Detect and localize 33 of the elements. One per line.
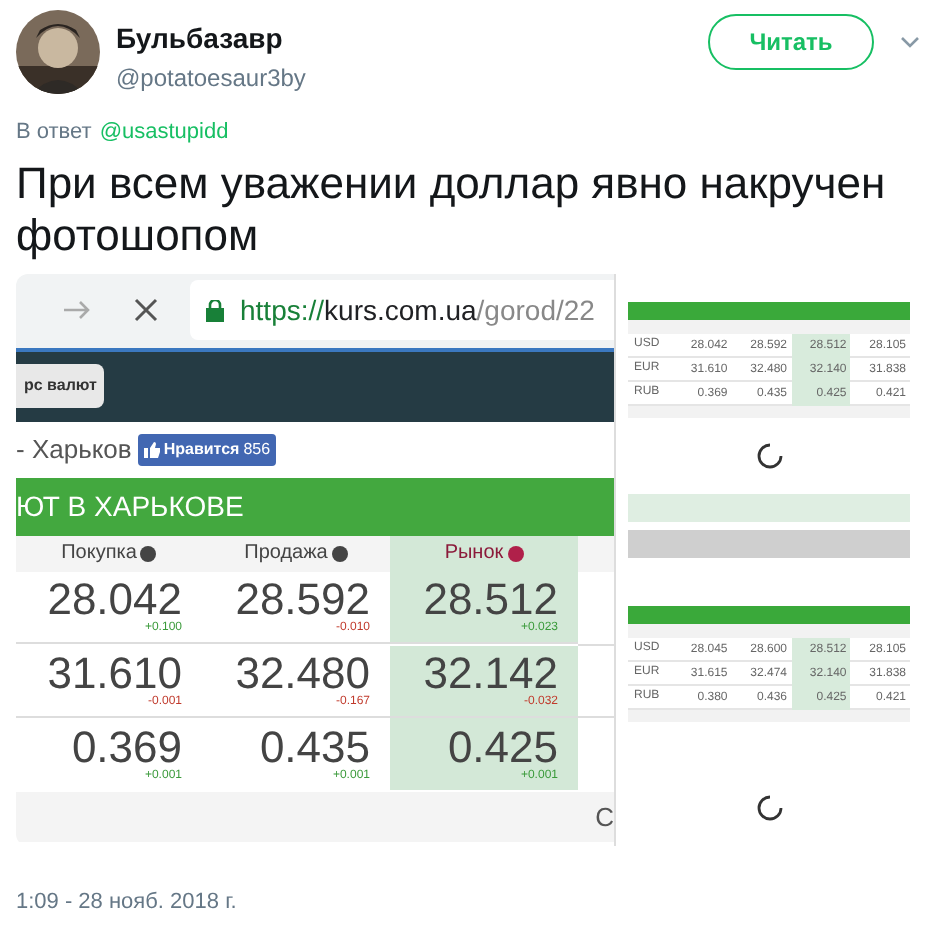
help-icon bbox=[140, 545, 157, 561]
rate-value: 28.042 bbox=[47, 578, 182, 623]
lock-icon bbox=[206, 299, 224, 321]
column-header[interactable]: Покупка bbox=[16, 535, 202, 571]
tweet-timestamp: 1:09 - 28 нояб. 2018 г. bbox=[14, 887, 239, 917]
rate-value: 0.435 bbox=[259, 725, 370, 770]
rate-value: 28.512 bbox=[423, 578, 558, 623]
section-banner: ЮТ В ХАРЬКОВЕ bbox=[16, 477, 614, 535]
help-icon bbox=[507, 545, 524, 561]
rate-value: 0.369 bbox=[71, 725, 182, 770]
nav-button[interactable]: рс валют bbox=[16, 364, 105, 408]
thumbs-up-icon bbox=[143, 441, 160, 457]
address-bar[interactable]: https://kurs.com.ua/gorod/22 bbox=[190, 280, 614, 340]
url-text: https://kurs.com.ua/gorod/22 bbox=[240, 291, 595, 330]
like-button[interactable]: Нравится 856 bbox=[137, 433, 277, 465]
rate-value: 0.425 bbox=[447, 725, 558, 770]
author-name[interactable]: Бульбазавр bbox=[116, 18, 306, 60]
tweet-text: При всем уважении доллар явно накручен фотошопом bbox=[14, 157, 888, 261]
city-title: - Харьков bbox=[16, 431, 132, 468]
rate-value: 28.592 bbox=[235, 578, 370, 623]
forward-arrow-icon bbox=[64, 300, 90, 320]
rate-value: 32.480 bbox=[235, 651, 370, 696]
column-header[interactable]: Продажа bbox=[202, 535, 390, 571]
author-handle[interactable]: @potatoesaur3by bbox=[116, 60, 306, 96]
reply-label: В ответ bbox=[16, 118, 92, 148]
rate-value: 31.610 bbox=[47, 651, 182, 696]
loading-spinner-icon bbox=[755, 441, 783, 469]
help-icon bbox=[331, 545, 348, 561]
column-header[interactable]: Рынок bbox=[390, 535, 578, 571]
loading-spinner-icon bbox=[755, 793, 783, 821]
footer-text: С bbox=[595, 799, 614, 836]
close-icon bbox=[134, 298, 158, 322]
rate-value: 32.142 bbox=[423, 651, 558, 696]
